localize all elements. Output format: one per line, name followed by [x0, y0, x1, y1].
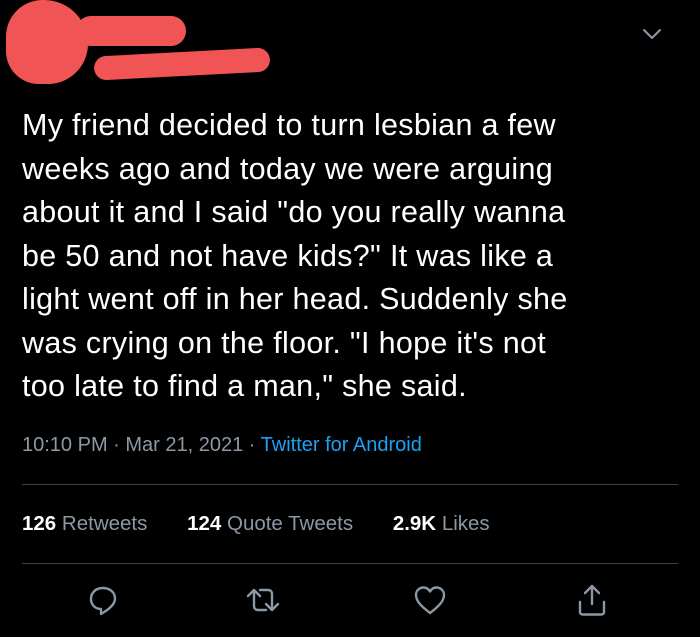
meta-separator: ·	[243, 434, 261, 456]
divider	[22, 484, 678, 485]
quote-tweets-count: 124	[187, 512, 222, 535]
likes-label: Likes	[436, 512, 490, 535]
tweet-meta: 10:10 PM · Mar 21, 2021 · Twitter for An…	[22, 434, 422, 457]
redacted-display-name	[76, 16, 186, 46]
tweet-header: @D	[0, 0, 700, 100]
divider	[22, 563, 678, 564]
redacted-handle	[93, 47, 271, 81]
meta-separator: ·	[107, 434, 126, 456]
retweet-icon[interactable]	[243, 580, 283, 620]
quote-tweets-stat[interactable]: 124 Quote Tweets	[187, 512, 353, 536]
share-icon[interactable]	[572, 580, 612, 620]
tweet-date[interactable]: Mar 21, 2021	[125, 434, 243, 456]
retweets-stat[interactable]: 126 Retweets	[22, 512, 147, 536]
likes-count: 2.9K	[392, 512, 437, 535]
reply-icon[interactable]	[83, 580, 123, 620]
like-icon[interactable]	[410, 580, 450, 620]
likes-stat[interactable]: 2.9K Likes	[393, 512, 490, 536]
tweet-time[interactable]: 10:10 PM	[22, 434, 108, 456]
tweet-text: My friend decided to turn lesbian a few …	[22, 108, 568, 403]
chevron-down-icon[interactable]	[640, 22, 664, 46]
retweets-count: 126	[22, 512, 57, 535]
redacted-avatar	[6, 0, 88, 84]
retweets-label: Retweets	[56, 512, 148, 535]
tweet-source[interactable]: Twitter for Android	[261, 434, 422, 456]
quote-tweets-label: Quote Tweets	[221, 512, 354, 535]
action-bar	[0, 580, 700, 620]
tweet-stats: 126 Retweets 124 Quote Tweets 2.9K Likes	[22, 512, 524, 536]
